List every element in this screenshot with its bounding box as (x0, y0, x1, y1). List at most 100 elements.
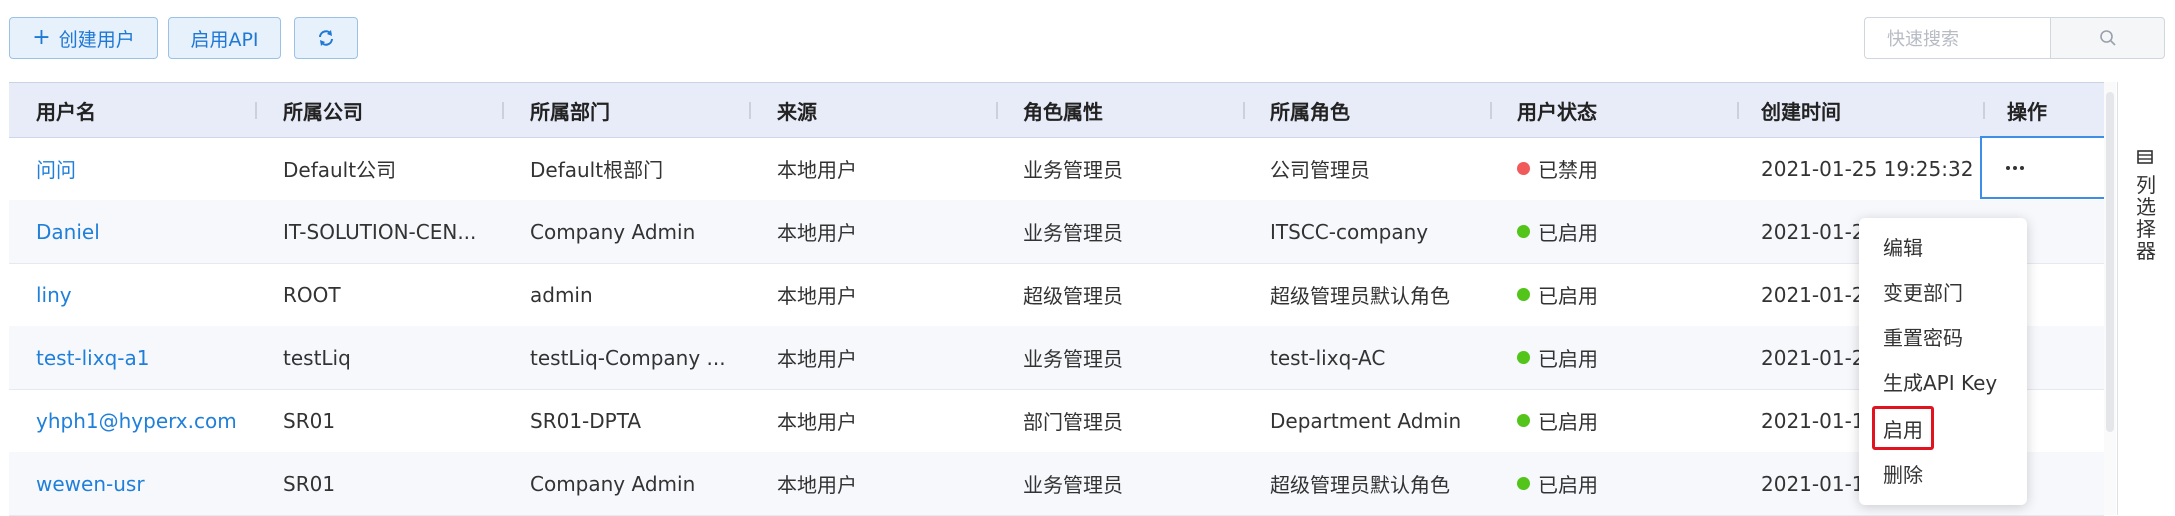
cell-company: IT-SOLUTION-CEN... (283, 219, 477, 244)
users-table: 用户名 所属公司 所属部门 来源 角色属性 所属角色 用户状态 创建时间 操作 … (9, 82, 2104, 516)
cell-status: 已启用 (1517, 326, 1727, 389)
header-company[interactable]: 所属公司 (283, 83, 363, 137)
cell-role-type: 部门管理员 (1023, 410, 1123, 434)
cell-source: 本地用户 (777, 473, 857, 497)
cell-status: 已启用 (1517, 200, 1727, 263)
status-text: 已启用 (1538, 221, 1598, 245)
columns-icon (2137, 150, 2153, 164)
cell-role: 超级管理员默认角色 (1270, 473, 1450, 497)
cell-role-type: 业务管理员 (1023, 347, 1123, 371)
cell-department: Company Admin (530, 219, 696, 244)
header-created[interactable]: 创建时间 (1761, 83, 1841, 137)
scrollbar-thumb[interactable] (2106, 92, 2114, 432)
create-user-button[interactable]: + 创建用户 (9, 17, 158, 59)
column-divider[interactable] (1243, 102, 1245, 119)
cell-username[interactable]: Daniel (36, 200, 246, 263)
cell-created: 2021-01-25 19:25:32 (1761, 156, 1974, 181)
status-text: 已禁用 (1538, 158, 1598, 182)
column-divider[interactable] (502, 102, 504, 119)
cell-department: Default根部门 (530, 158, 664, 182)
row-actions-button[interactable] (1980, 136, 2105, 199)
cell-username[interactable]: liny (36, 263, 246, 326)
menu-item-generate-api-key[interactable]: 生成API Key (1883, 364, 1997, 398)
refresh-icon (319, 30, 333, 46)
cell-company: Default公司 (283, 158, 397, 182)
column-divider[interactable] (1737, 102, 1739, 119)
row-actions-menu: 编辑 变更部门 重置密码 生成API Key 启用 删除 (1859, 218, 2027, 505)
cell-role-type: 超级管理员 (1023, 284, 1123, 308)
column-selector-label: 列选择器 (2136, 173, 2156, 263)
cell-username[interactable]: 问问 (36, 137, 246, 200)
table-row[interactable]: test-lixq-a1 testLiq testLiq-Company ... 本地… (9, 326, 2104, 390)
cell-role: 公司管理员 (1270, 158, 1370, 182)
cell-role: test-lixq-AC (1270, 345, 1386, 370)
cell-role: Department Admin (1270, 408, 1462, 433)
cell-username[interactable]: yhph1@hyperx.com (36, 389, 246, 452)
cell-company: ROOT (283, 282, 341, 307)
search-button[interactable] (2050, 17, 2165, 59)
status-dot-icon (1517, 225, 1530, 238)
cell-role-type: 业务管理员 (1023, 221, 1123, 245)
search-icon (2099, 30, 2116, 46)
cell-department: SR01-DPTA (530, 408, 642, 433)
table-row[interactable]: yhph1@hyperx.com SR01 SR01-DPTA 本地用户 部门管理员 De… (9, 389, 2104, 453)
cell-username[interactable]: wewen-usr (36, 452, 246, 515)
status-dot-icon (1517, 477, 1530, 490)
status-text: 已启用 (1538, 473, 1598, 497)
refresh-button[interactable] (294, 17, 358, 59)
cell-role-type: 业务管理员 (1023, 158, 1123, 182)
table-scrollbar[interactable] (2104, 82, 2116, 515)
table-row[interactable]: liny ROOT admin 本地用户 超级管理员 超级管理员默认角色 已启用 2021-0… (9, 263, 2104, 327)
column-divider[interactable] (1983, 102, 1985, 119)
status-dot-icon (1517, 414, 1530, 427)
status-dot-icon (1517, 162, 1530, 175)
menu-item-enable[interactable]: 启用 (1872, 406, 1934, 450)
cell-source: 本地用户 (777, 410, 857, 434)
header-actions: 操作 (2007, 99, 2047, 124)
status-dot-icon (1517, 351, 1530, 364)
cell-department: Company Admin (530, 471, 696, 496)
enable-api-label: 启用API (190, 28, 259, 51)
menu-item-delete[interactable]: 删除 (1883, 456, 1923, 490)
search-input[interactable]: 快速搜索 (1864, 17, 2050, 59)
status-text: 已启用 (1538, 347, 1598, 371)
cell-department: testLiq-Company ... (530, 345, 726, 370)
column-divider[interactable] (996, 102, 998, 119)
column-selector[interactable]: 列选择器 (2117, 82, 2175, 515)
cell-source: 本地用户 (777, 221, 857, 245)
table-header: 用户名 所属公司 所属部门 来源 角色属性 所属角色 用户状态 创建时间 操作 (9, 83, 2104, 138)
enable-api-button[interactable]: 启用API (168, 17, 281, 59)
cell-status: 已启用 (1517, 389, 1727, 452)
cell-role: 超级管理员默认角色 (1270, 284, 1450, 308)
header-source[interactable]: 来源 (777, 83, 817, 137)
column-divider[interactable] (255, 102, 257, 119)
header-department[interactable]: 所属部门 (530, 83, 610, 137)
header-role-type[interactable]: 角色属性 (1023, 83, 1103, 137)
cell-role-type: 业务管理员 (1023, 473, 1123, 497)
header-status[interactable]: 用户状态 (1517, 83, 1597, 137)
menu-item-change-department[interactable]: 变更部门 (1883, 274, 1963, 308)
status-text: 已启用 (1538, 284, 1598, 308)
cell-status: 已启用 (1517, 452, 1727, 515)
column-divider[interactable] (1490, 102, 1492, 119)
cell-source: 本地用户 (777, 284, 857, 308)
header-username[interactable]: 用户名 (36, 83, 96, 137)
cell-username[interactable]: test-lixq-a1 (36, 326, 246, 389)
more-icon (2006, 165, 2024, 170)
menu-item-reset-password[interactable]: 重置密码 (1883, 319, 1963, 353)
cell-company: SR01 (283, 471, 336, 496)
table-row[interactable]: 问问 Default公司 Default根部门 本地用户 业务管理员 公司管理员 已禁用 20… (9, 137, 2104, 201)
cell-company: testLiq (283, 345, 351, 370)
column-divider[interactable] (749, 102, 751, 119)
table-row[interactable]: wewen-usr SR01 Company Admin 本地用户 业务管理员 超级管理员… (9, 452, 2104, 516)
menu-item-edit[interactable]: 编辑 (1883, 229, 1923, 263)
header-role[interactable]: 所属角色 (1270, 83, 1350, 137)
status-dot-icon (1517, 288, 1530, 301)
cell-source: 本地用户 (777, 158, 857, 182)
cell-status: 已启用 (1517, 263, 1727, 326)
status-text: 已启用 (1538, 410, 1598, 434)
table-row[interactable]: Daniel IT-SOLUTION-CEN... Company Admin 本地用… (9, 200, 2104, 264)
cell-source: 本地用户 (777, 347, 857, 371)
cell-status: 已禁用 (1517, 137, 1727, 200)
create-user-label: 创建用户 (58, 28, 135, 51)
